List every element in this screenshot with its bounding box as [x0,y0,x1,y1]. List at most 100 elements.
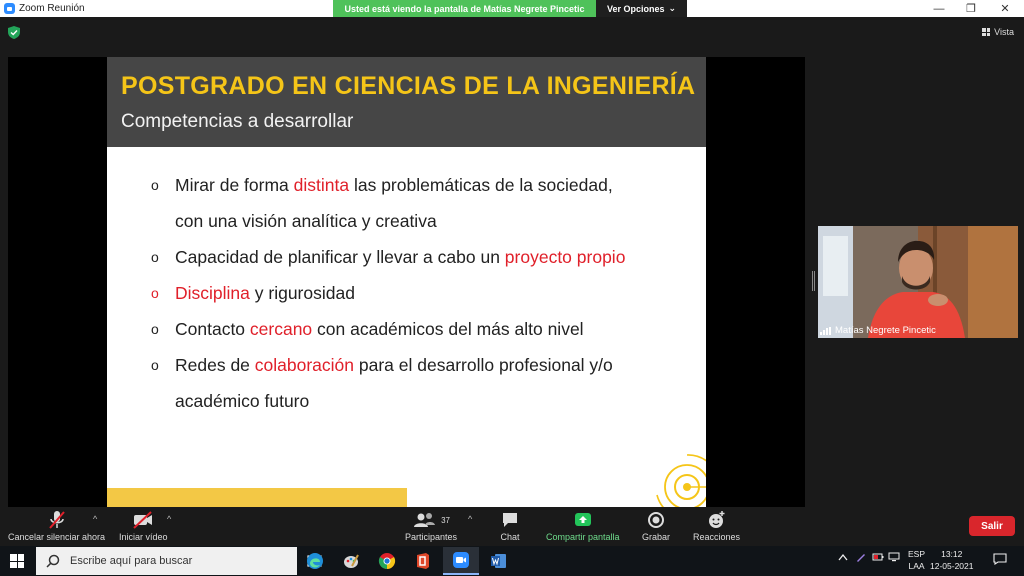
bullet-text-part: Contacto [175,319,250,339]
chat-button[interactable]: Chat [500,510,520,542]
target-circles-decoration [656,454,706,507]
close-button[interactable]: ✕ [988,0,1022,17]
bullet-text-part: Capacidad de planificar y llevar a cabo … [175,247,505,267]
input-language[interactable]: ESP LAA [908,548,925,572]
slide-subtitle: Competencias a desarrollar [121,111,354,132]
network-icon[interactable] [888,552,900,564]
presentation-slide: POSTGRADO EN CIENCIAS DE LA INGENIERÍA C… [107,57,706,507]
bullet-text-part: Mirar de forma [175,175,294,195]
share-screen-icon [573,510,593,530]
bullet-text: Capacidad de planificar y llevar a cabo … [175,239,691,275]
microphone-muted-icon [48,510,66,530]
search-placeholder: Escribe aquí para buscar [70,555,193,567]
notifications-icon[interactable] [993,553,1007,567]
edge-browser-icon[interactable] [297,547,333,575]
bullet-highlight: cercano [249,319,313,339]
share-screen-button[interactable]: Compartir pantalla [546,510,620,542]
participant-video[interactable] [818,226,1018,338]
chrome-browser-icon[interactable] [369,547,405,575]
bullet-text-part: Redes de [175,355,255,375]
bullet-marker: o [151,177,159,193]
view-options-label: Ver Opciones [606,3,665,14]
video-off-icon [132,510,154,530]
bullet-text-part: para el desarrollo profesional y/o [354,355,613,375]
bullet-list: o Mirar de forma distinta las problemáti… [151,167,691,419]
record-button[interactable]: Grabar [642,510,670,542]
start-video-label: Iniciar vídeo [119,532,168,542]
bullet-text-part: con académicos del más alto nivel [312,319,584,339]
signal-bars-icon [820,326,831,335]
bullet-item: o Redes de colaboración para el desarrol… [151,347,691,419]
restore-button[interactable]: ❐ [954,0,988,17]
record-icon [646,510,666,530]
word-app-icon[interactable] [481,547,517,575]
paint-app-icon[interactable] [333,547,369,575]
slide-header: POSTGRADO EN CIENCIAS DE LA INGENIERÍA C… [107,57,706,147]
slide-title: POSTGRADO EN CIENCIAS DE LA INGENIERÍA [121,72,696,100]
emoji-plus-icon [707,510,727,530]
start-video-button[interactable]: Iniciar vídeo [119,510,168,542]
reactions-label: Reacciones [693,532,741,542]
bullet-text: Redes de colaboración para el desarrollo… [175,347,691,419]
language-code: ESP [908,549,926,559]
participants-label: Participantes [405,532,458,542]
participants-icon: 37 [412,510,450,530]
tray-expand-icon[interactable] [838,553,848,563]
bullet-item: o Mirar de forma distinta las problemáti… [151,167,691,239]
slide-footer-bar [107,488,407,507]
audio-options-caret[interactable]: ^ [93,514,97,524]
bullet-text-continuation: académico futuro [175,391,310,411]
bullet-marker: o [151,249,159,265]
window-title: Zoom Reunión [19,3,85,14]
bullet-text-part: las problemáticas de la sociedad, [349,175,613,195]
office-app-icon[interactable] [405,547,441,575]
chat-label: Chat [500,532,520,542]
chevron-down-icon: ⌄ [668,3,677,13]
panel-resize-handle[interactable] [812,271,815,291]
reactions-button[interactable]: Reacciones [693,510,740,542]
bullet-text: Contacto cercano con académicos del más … [175,311,691,347]
participants-button[interactable]: 37 Participantes [405,510,457,542]
participants-options-caret[interactable]: ^ [468,514,472,524]
clock-date: 12-05-2021 [930,561,974,571]
unmute-button[interactable]: Cancelar silenciar ahora [8,510,105,542]
zoom-app-icon [4,3,15,14]
view-options-button[interactable]: Ver Opciones ⌄ [596,0,687,17]
battery-icon[interactable] [872,552,884,564]
minimize-button[interactable]: — [922,0,956,17]
bullet-item: o Capacidad de planificar y llevar a cab… [151,239,691,275]
bullet-text-part: y rigurosidad [249,283,355,303]
view-switcher[interactable]: Vista [982,27,1014,37]
video-options-caret[interactable]: ^ [167,514,171,524]
participant-name: Matías Negrete Pincetic [835,325,936,336]
bullet-marker: o [151,357,159,373]
record-label: Grabar [642,532,671,542]
participant-video-image [818,226,1018,338]
meeting-top-bar [0,17,1024,49]
chat-icon [500,510,520,530]
bullet-item: o Contacto cercano con académicos del má… [151,311,691,347]
bullet-marker: o [151,321,159,337]
taskbar-clock[interactable]: 13:12 12-05-2021 [930,548,973,572]
pen-tray-icon[interactable] [855,551,867,565]
screen-share-banner: Usted está viendo la pantalla de Matías … [333,0,596,17]
bullet-highlight: distinta [293,175,350,195]
bullet-highlight: proyecto propio [504,247,626,267]
share-screen-label: Compartir pantalla [546,532,620,542]
participants-count: 37 [441,515,450,525]
zoom-taskbar-icon[interactable] [443,547,479,575]
bullet-text: Disciplina y rigurosidad [175,275,691,311]
windows-start-icon[interactable] [10,554,24,568]
leave-button[interactable]: Salir [969,516,1015,536]
clock-time: 13:12 [941,549,963,559]
participant-name-label: Matías Negrete Pincetic [820,325,936,336]
bullet-marker: o [151,285,159,301]
share-banner-text: Usted está viendo la pantalla de Matías … [344,3,585,14]
security-shield-icon[interactable] [8,26,20,39]
unmute-label: Cancelar silenciar ahora [8,532,106,542]
bullet-text: Mirar de forma distinta las problemática… [175,167,691,239]
keyboard-layout: LAA [908,561,925,571]
bullet-item: o Disciplina y rigurosidad [151,275,691,311]
taskbar-search[interactable]: Escribe aquí para buscar [36,547,297,575]
grid-view-icon [982,28,991,36]
